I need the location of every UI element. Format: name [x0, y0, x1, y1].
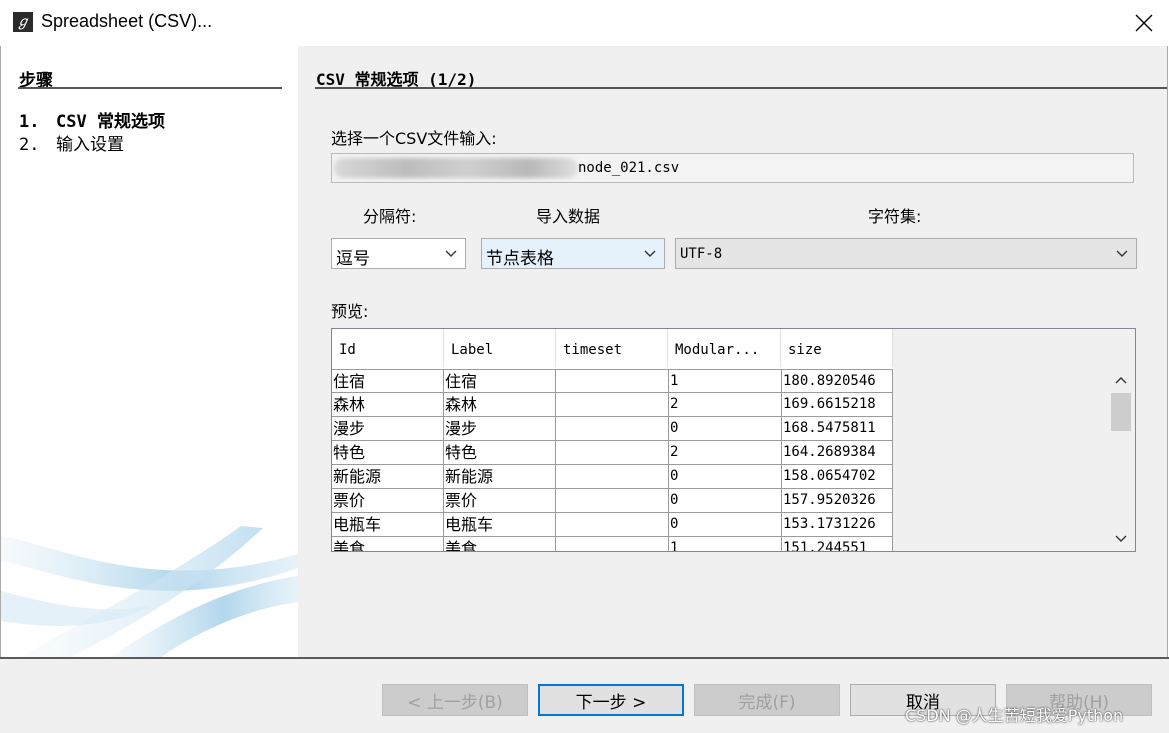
cell-label: 森林 — [444, 393, 556, 417]
table-row: 特色 特色 2 164.2689384 — [332, 441, 893, 465]
app-icon: ℊ — [13, 12, 33, 32]
import-type-select[interactable]: 节点表格 — [481, 238, 665, 269]
content-pane: CSV 常规选项 (1/2) 选择一个CSV文件输入: node_021.csv… — [298, 46, 1167, 657]
cell-label: 美食 — [444, 537, 556, 551]
cell-id: 电瓶车 — [332, 513, 444, 537]
cell-id: 漫步 — [332, 417, 444, 441]
cell-timeset — [556, 393, 669, 417]
step-label: CSV 常规选项 — [56, 112, 165, 132]
step-item-csv-options: 1. CSV 常规选项 — [19, 107, 165, 132]
cell-modularity: 0 — [669, 465, 782, 489]
preview-grid: Id Label timeset Modular... size 住宿 住宿 1… — [332, 329, 893, 551]
close-icon — [1135, 14, 1152, 32]
chevron-down-icon — [445, 250, 457, 257]
column-header[interactable]: Id — [332, 329, 444, 367]
cell-size: 158.0654702 — [782, 465, 893, 489]
cell-timeset — [556, 465, 669, 489]
cell-label: 住宿 — [444, 369, 556, 393]
cell-modularity: 1 — [669, 369, 782, 393]
cell-id: 票价 — [332, 489, 444, 513]
cell-timeset — [556, 489, 669, 513]
window-border — [1167, 46, 1168, 657]
cell-id: 森林 — [332, 393, 444, 417]
table-row: 漫步 漫步 0 168.5475811 — [332, 417, 893, 441]
file-path-field[interactable]: node_021.csv — [331, 153, 1134, 183]
charset-label: 字符集: — [868, 207, 922, 226]
cell-timeset — [556, 417, 669, 441]
step-label: 输入设置 — [56, 135, 124, 155]
cell-size: 153.1731226 — [782, 513, 893, 537]
preview-label: 预览: — [331, 302, 369, 321]
cell-id: 新能源 — [332, 465, 444, 489]
cell-id: 住宿 — [332, 369, 444, 393]
vertical-scrollbar[interactable] — [1109, 369, 1133, 551]
window-title: Spreadsheet (CSV)... — [41, 11, 213, 31]
cell-timeset — [556, 513, 669, 537]
table-row: 新能源 新能源 0 158.0654702 — [332, 465, 893, 489]
table-row: 住宿 住宿 1 180.8920546 — [332, 369, 893, 393]
file-path-text: node_021.csv — [578, 160, 680, 176]
cell-modularity: 1 — [669, 537, 782, 551]
back-button[interactable]: < 上一步(B) — [382, 684, 528, 716]
table-row: 票价 票价 0 157.9520326 — [332, 489, 893, 513]
cell-modularity: 0 — [669, 489, 782, 513]
cell-label: 票价 — [444, 489, 556, 513]
separator-value: 逗号 — [336, 249, 370, 269]
chevron-down-icon — [1116, 250, 1128, 257]
column-header[interactable]: size — [781, 329, 893, 367]
table-row: 美食 美食 1 151.244551 — [332, 537, 893, 551]
chevron-down-icon[interactable] — [1115, 535, 1127, 543]
column-header[interactable]: Modular... — [668, 329, 781, 367]
table-row: 森林 森林 2 169.6615218 — [332, 393, 893, 417]
column-header[interactable]: timeset — [556, 329, 668, 367]
cell-id: 特色 — [332, 441, 444, 465]
next-button[interactable]: 下一步 > — [538, 684, 684, 716]
file-label: 选择一个CSV文件输入: — [331, 129, 497, 148]
separator-select[interactable]: 逗号 — [331, 238, 466, 269]
import-label: 导入数据 — [536, 207, 601, 226]
step-number: 1. — [19, 112, 40, 132]
chevron-up-icon[interactable] — [1115, 376, 1127, 384]
chevron-down-icon — [644, 250, 656, 257]
scrollbar-thumb[interactable] — [1111, 393, 1131, 431]
cell-size: 168.5475811 — [782, 417, 893, 441]
finish-button[interactable]: 完成(F) — [694, 684, 840, 716]
cell-timeset — [556, 537, 669, 551]
separator-label: 分隔符: — [363, 207, 417, 226]
cell-modularity: 0 — [669, 513, 782, 537]
charset-select[interactable]: UTF-8 — [675, 238, 1137, 269]
cell-modularity: 2 — [669, 393, 782, 417]
cell-size: 157.9520326 — [782, 489, 893, 513]
cell-label: 漫步 — [444, 417, 556, 441]
cell-label: 新能源 — [444, 465, 556, 489]
steps-pane: 步骤 1. CSV 常规选项 2. 输入设置 — [1, 46, 298, 657]
table-row: 电瓶车 电瓶车 0 153.1731226 — [332, 513, 893, 537]
cell-modularity: 0 — [669, 417, 782, 441]
step-number: 2. — [19, 135, 40, 155]
cell-label: 电瓶车 — [444, 513, 556, 537]
cell-label: 特色 — [444, 441, 556, 465]
watermark: CSDN @人生苦短我爱Python — [905, 706, 1124, 725]
decorative-swoosh — [1, 526, 298, 657]
cell-timeset — [556, 441, 669, 465]
preview-table: Id Label timeset Modular... size 住宿 住宿 1… — [331, 328, 1136, 552]
close-button[interactable] — [1118, 0, 1169, 46]
blurred-path-prefix — [334, 158, 578, 178]
cell-size: 169.6615218 — [782, 393, 893, 417]
import-type-value: 节点表格 — [486, 249, 554, 269]
title-bar: ℊ Spreadsheet (CSV)... — [0, 0, 1169, 46]
cell-timeset — [556, 369, 669, 393]
charset-value: UTF-8 — [680, 246, 723, 262]
divider — [315, 87, 1167, 89]
step-item-input-settings: 2. 输入设置 — [19, 130, 124, 155]
cell-id: 美食 — [332, 537, 444, 551]
divider — [18, 87, 282, 89]
cell-size: 180.8920546 — [782, 369, 893, 393]
cell-size: 151.244551 — [782, 537, 893, 551]
cell-size: 164.2689384 — [782, 441, 893, 465]
column-header[interactable]: Label — [444, 329, 556, 367]
cell-modularity: 2 — [669, 441, 782, 465]
